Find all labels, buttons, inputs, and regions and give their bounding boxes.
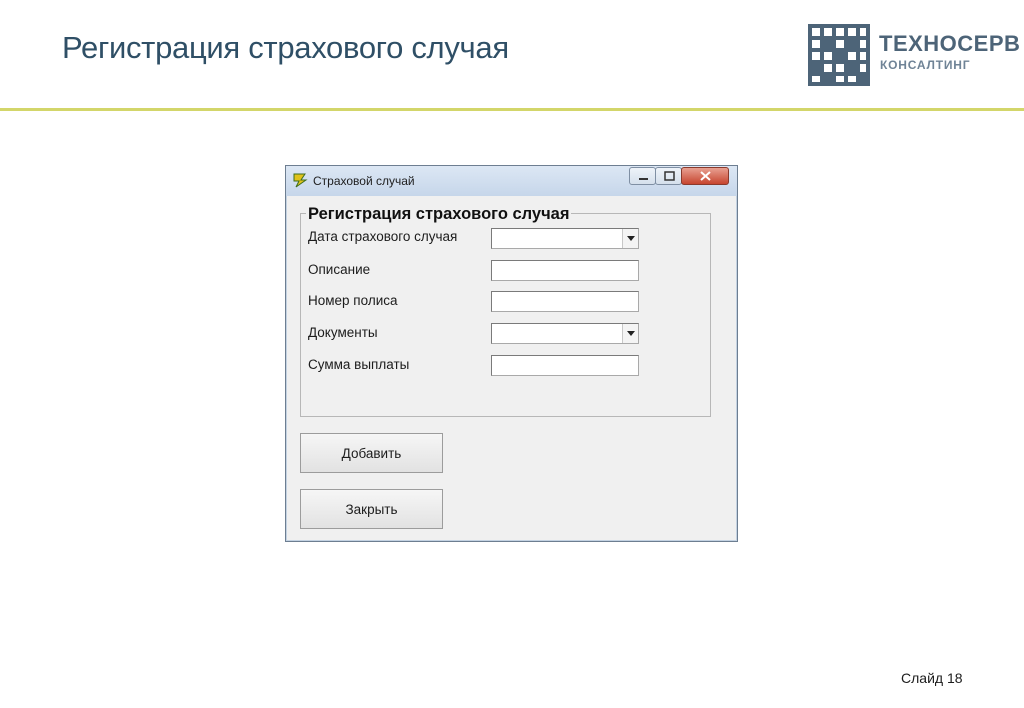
close-icon — [700, 171, 711, 181]
logo-subtitle: КОНСАЛТИНГ — [880, 58, 971, 72]
close-window-button[interactable] — [681, 167, 729, 185]
dropdown-button[interactable] — [622, 229, 638, 248]
group-title: Регистрация страхового случая — [306, 205, 572, 224]
maximize-icon — [664, 171, 675, 181]
header-divider — [0, 108, 1024, 111]
minimize-button[interactable] — [629, 167, 656, 185]
dropdown-button[interactable] — [622, 324, 638, 343]
insurance-case-window: Страховой случай Регистрация страхового … — [285, 165, 738, 542]
app-icon — [293, 173, 308, 188]
dropdown-arrow-icon — [627, 236, 635, 241]
documents-label: Документы — [308, 325, 378, 340]
policy-number-input[interactable] — [491, 291, 639, 312]
description-label: Описание — [308, 262, 371, 277]
incident-date-label: Дата страхового случая — [308, 229, 458, 244]
payout-amount-input[interactable] — [491, 355, 639, 376]
payout-amount-label: Сумма выплаты — [308, 357, 410, 372]
slide-number: Слайд 18 — [901, 670, 963, 686]
incident-date-combo[interactable] — [491, 228, 639, 249]
window-titlebar[interactable]: Страховой случай — [286, 166, 737, 196]
company-logo: ТЕХНОСЕРВ КОНСАЛТИНГ — [808, 24, 1020, 88]
maximize-button[interactable] — [655, 167, 682, 185]
policy-number-label: Номер полиса — [308, 293, 398, 308]
slide-title: Регистрация страхового случая — [62, 30, 509, 65]
minimize-icon — [639, 178, 648, 180]
add-button[interactable]: Добавить — [300, 433, 443, 473]
logo-mark-icon — [808, 24, 870, 86]
description-input[interactable] — [491, 260, 639, 281]
dropdown-arrow-icon — [627, 331, 635, 336]
documents-combo[interactable] — [491, 323, 639, 344]
window-title: Страховой случай — [313, 174, 415, 188]
logo-name: ТЕХНОСЕРВ — [879, 31, 1021, 56]
close-button[interactable]: Закрыть — [300, 489, 443, 529]
